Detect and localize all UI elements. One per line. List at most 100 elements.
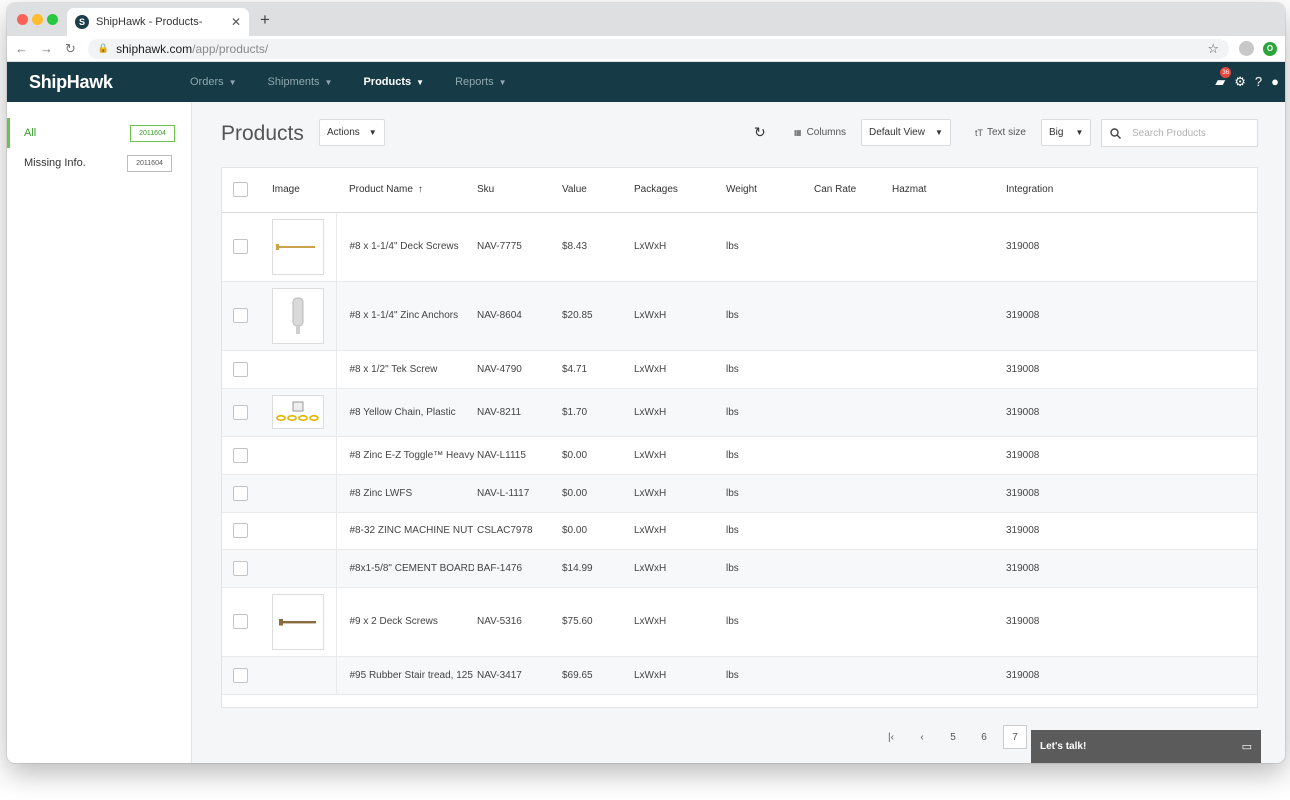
nav-orders[interactable]: Orders ▼ [190, 76, 237, 88]
minimize-window-button[interactable] [32, 14, 43, 25]
chevron-down-icon: ▼ [368, 128, 377, 137]
product-sku: BAF-1476 [474, 549, 560, 588]
zinc-anchor-icon [292, 297, 304, 334]
product-sku: NAV-L1115 [474, 436, 560, 475]
reload-icon[interactable]: ↻ [65, 41, 76, 57]
prev-page-icon[interactable]: ‹ [910, 725, 934, 749]
nav-reports-label: Reports [455, 76, 494, 88]
forward-icon[interactable]: → [40, 41, 53, 56]
notifications-icon[interactable]: ▰ 36 [1215, 67, 1232, 90]
table-row[interactable]: #9 x 2 Deck Screws NAV-5316 $75.60 LxWxH… [222, 587, 1257, 657]
col-header-can-rate[interactable]: Can Rate [812, 168, 890, 213]
sidebar-item-all[interactable]: All 2011604 [7, 118, 191, 148]
profile-avatar-icon[interactable] [1239, 41, 1254, 56]
text-size-control[interactable]: tT Text size [975, 127, 1026, 138]
chevron-down-icon: ▼ [324, 78, 333, 87]
product-integration: 319008 [1006, 512, 1257, 550]
row-checkbox[interactable] [233, 361, 248, 377]
browser-window: S ShipHawk - Products- ✕ + ← → ↻ 🔒 shiph… [7, 3, 1285, 763]
new-tab-icon[interactable]: + [260, 10, 270, 30]
refresh-icon[interactable]: ↻ [754, 124, 766, 141]
product-thumbnail[interactable] [272, 593, 324, 650]
page-link[interactable]: 6 [972, 725, 996, 749]
first-page-icon[interactable]: |‹ [879, 725, 903, 749]
row-checkbox[interactable] [233, 614, 248, 629]
table-row[interactable]: #95 Rubber Stair tread, 125 NAV-3417 $69… [222, 656, 1257, 695]
product-sku: CSLAC7978 [474, 512, 560, 550]
row-checkbox[interactable] [233, 485, 248, 501]
current-page[interactable]: 7 [1003, 725, 1027, 749]
url-bar[interactable]: 🔒 shiphawk.com/app/products/ ☆ [87, 38, 1229, 59]
view-select[interactable]: Default View ▼ [861, 119, 951, 146]
products-table: Image Product Name ↑ Sku Value Packages W… [222, 168, 1257, 695]
product-value: $1.70 [560, 388, 632, 437]
product-name: #8 Yellow Chain, Plastic [336, 388, 474, 437]
deck-screw-icon [276, 243, 315, 250]
maximize-window-button[interactable] [47, 14, 58, 25]
select-all-checkbox[interactable] [233, 182, 248, 198]
nav-reports[interactable]: Reports ▼ [455, 76, 506, 88]
table-row[interactable]: #8 Zinc E-Z Toggle™ Heavy NAV-L1115 $0.0… [222, 436, 1257, 475]
product-sku: NAV-4790 [474, 350, 560, 389]
settings-gear-icon[interactable]: ⚙ [1234, 74, 1246, 90]
table-row[interactable]: #8x1-5/8" CEMENT BOARD BAF-1476 $14.99 L… [222, 549, 1257, 588]
products-table-card: Image Product Name ↑ Sku Value Packages W… [221, 167, 1258, 708]
sort-arrow-up-icon: ↑ [417, 184, 423, 196]
chevron-down-icon: ▼ [934, 128, 943, 137]
table-row[interactable]: #8 x 1/2" Tek Screw NAV-4790 $4.71 LxWxH… [222, 350, 1257, 389]
product-sku: NAV-8604 [474, 281, 560, 351]
row-checkbox[interactable] [233, 523, 248, 538]
table-row[interactable]: #8 Yellow Chain, Plastic NAV-8211 $1.70 … [222, 388, 1257, 437]
col-header-packages[interactable]: Packages [632, 168, 724, 213]
bookmark-star-icon[interactable]: ☆ [1207, 41, 1219, 57]
account-icon[interactable]: ● [1271, 74, 1279, 90]
row-checkbox[interactable] [233, 667, 248, 683]
row-checkbox[interactable] [233, 308, 248, 323]
chat-widget[interactable]: Let's talk! ▭ [1031, 730, 1261, 763]
table-row[interactable]: #8 x 1-1/4" Zinc Anchors NAV-8604 $20.85… [222, 281, 1257, 351]
table-row[interactable]: #8 x 1-1/4" Deck Screws NAV-7775 $8.43 L… [222, 212, 1257, 282]
product-packages: LxWxH [632, 656, 724, 695]
row-checkbox[interactable] [233, 560, 248, 576]
search-icon [1110, 127, 1121, 139]
product-packages: LxWxH [632, 350, 724, 389]
actions-dropdown[interactable]: Actions ▼ [319, 119, 385, 146]
row-checkbox[interactable] [233, 239, 248, 254]
col-header-integration[interactable]: Integration [1006, 168, 1257, 213]
back-icon[interactable]: ← [15, 41, 28, 56]
col-header-hazmat[interactable]: Hazmat [890, 168, 1006, 213]
product-name: #8 Zinc E-Z Toggle™ Heavy [336, 436, 474, 475]
product-packages: LxWxH [632, 549, 724, 588]
col-header-product-name[interactable]: Product Name ↑ [336, 168, 474, 213]
browser-tab[interactable]: S ShipHawk - Products- ✕ [67, 8, 249, 36]
product-thumbnail[interactable] [272, 218, 324, 275]
help-icon[interactable]: ? [1255, 74, 1262, 90]
product-value: $20.85 [560, 281, 632, 351]
product-packages: LxWxH [632, 436, 724, 475]
row-checkbox[interactable] [233, 447, 248, 463]
sidebar-item-missing-info[interactable]: Missing Info. 2011604 [7, 148, 191, 178]
table-row[interactable]: #8 Zinc LWFS NAV-L-1117 $0.00 LxWxH lbs … [222, 474, 1257, 513]
columns-button[interactable]: ▦ Columns [794, 127, 846, 138]
page-link[interactable]: 5 [941, 725, 965, 749]
extension-icon[interactable]: O [1263, 41, 1277, 56]
shiphawk-logo[interactable]: ShipHawk [29, 72, 190, 93]
columns-icon: ▦ [794, 128, 802, 137]
close-window-button[interactable] [17, 14, 28, 25]
product-weight: lbs [724, 212, 812, 282]
table-row[interactable]: #8-32 ZINC MACHINE NUT I CSLAC7978 $0.00… [222, 512, 1257, 550]
col-header-weight[interactable]: Weight [724, 168, 812, 213]
text-size-select[interactable]: Big ▼ [1041, 119, 1092, 146]
col-header-value[interactable]: Value [560, 168, 632, 213]
search-input[interactable] [1132, 127, 1242, 139]
product-value: $0.00 [560, 474, 632, 513]
product-thumbnail[interactable] [272, 395, 324, 429]
nav-products[interactable]: Products ▼ [363, 76, 424, 88]
pagination: |‹ ‹ 5 6 7 [879, 725, 1034, 749]
yellow-chain-icon [276, 401, 319, 422]
nav-shipments[interactable]: Shipments ▼ [268, 76, 333, 88]
row-checkbox[interactable] [233, 404, 248, 420]
col-header-sku[interactable]: Sku [474, 168, 560, 213]
close-tab-icon[interactable]: ✕ [231, 15, 241, 29]
product-thumbnail[interactable] [272, 287, 324, 344]
